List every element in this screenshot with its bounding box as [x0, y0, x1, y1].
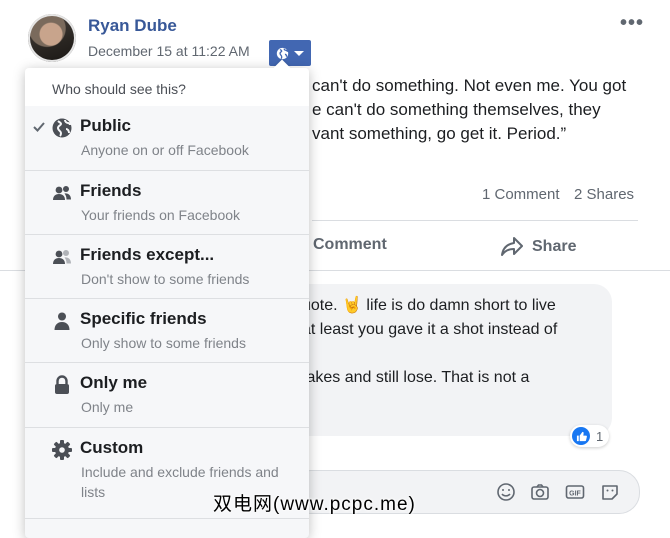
comments-count-link[interactable]: 1 Comment — [482, 186, 560, 203]
post-text-line: can't do something. Not even me. You got — [312, 76, 627, 95]
privacy-option-specific-friends[interactable]: Specific friends Only show to some frien… — [25, 299, 309, 363]
privacy-option-only-me[interactable]: Only me Only me — [25, 363, 309, 428]
comment-text-line — [302, 342, 557, 366]
author-avatar[interactable] — [28, 14, 76, 62]
camera-icon[interactable] — [530, 482, 550, 502]
privacy-option-friends[interactable]: Friends Your friends on Facebook — [25, 171, 309, 235]
more-options-button[interactable]: ••• — [620, 12, 644, 35]
share-button[interactable]: Share — [500, 236, 576, 258]
privacy-option-friends-except[interactable]: Friends except... Don't show to some fri… — [25, 235, 309, 299]
chevron-down-icon — [294, 50, 304, 56]
privacy-option-subtitle: Your friends on Facebook — [81, 207, 241, 223]
svg-text:GIF: GIF — [569, 490, 581, 497]
share-arrow-icon — [501, 237, 523, 256]
comment-button-label: Comment — [313, 236, 387, 253]
comment-text: uote. 🤘 life is do damn short to live at… — [302, 294, 557, 390]
privacy-option-subtitle: Only show to some friends — [81, 335, 246, 351]
like-icon — [572, 427, 590, 445]
comment-text-line: takes and still lose. That is not a — [302, 369, 530, 386]
privacy-option-subtitle: Anyone on or off Facebook — [81, 142, 249, 158]
privacy-option-title: Custom — [80, 438, 144, 457]
friends-icon — [53, 186, 71, 200]
privacy-option-title: Only me — [80, 373, 148, 392]
friends-except-icon — [53, 250, 71, 264]
share-button-label: Share — [532, 238, 577, 255]
comment-text-line: at least you gave it a shot instead of — [302, 321, 558, 338]
privacy-option-title: Public — [80, 116, 132, 135]
post-text-line: vant something, go get it. Period.” — [312, 124, 567, 143]
privacy-option-public[interactable]: Public Anyone on or off Facebook — [25, 106, 309, 171]
privacy-option-title: Friends except... — [80, 245, 215, 264]
comment-button[interactable]: Comment — [313, 236, 387, 254]
reaction-count: 1 — [596, 428, 604, 444]
privacy-option-title: Specific friends — [80, 309, 207, 328]
reaction-summary[interactable]: 1 — [570, 425, 610, 447]
divider — [312, 220, 638, 221]
post-text-line: e can't do something themselves, they — [312, 100, 601, 119]
post-text: can't do something. Not even me. You got… — [312, 74, 662, 146]
shares-count-link[interactable]: 2 Shares — [574, 186, 634, 203]
author-name[interactable]: Ryan Dube — [88, 16, 177, 36]
gear-icon — [52, 440, 72, 460]
globe-icon — [52, 118, 72, 138]
privacy-option-subtitle: Don't show to some friends — [81, 271, 250, 287]
privacy-dropdown-heading: Who should see this? — [52, 81, 186, 97]
privacy-selector-button[interactable] — [269, 40, 311, 66]
checkmark-icon — [33, 122, 45, 132]
privacy-option-title: Friends — [80, 181, 142, 200]
comment-text-line: uote. 🤘 life is do damn short to live — [302, 297, 556, 314]
sticker-icon[interactable] — [600, 482, 620, 502]
emoji-icon[interactable] — [496, 482, 516, 502]
post-timestamp[interactable]: December 15 at 11:22 AM — [88, 43, 250, 59]
person-icon — [54, 312, 70, 330]
globe-icon — [276, 47, 289, 59]
watermark: 双电网(www.pcpc.me) — [213, 494, 416, 515]
privacy-option-subtitle: Only me — [81, 399, 134, 415]
gif-icon[interactable]: GIF — [565, 482, 585, 502]
lock-icon — [55, 375, 69, 394]
